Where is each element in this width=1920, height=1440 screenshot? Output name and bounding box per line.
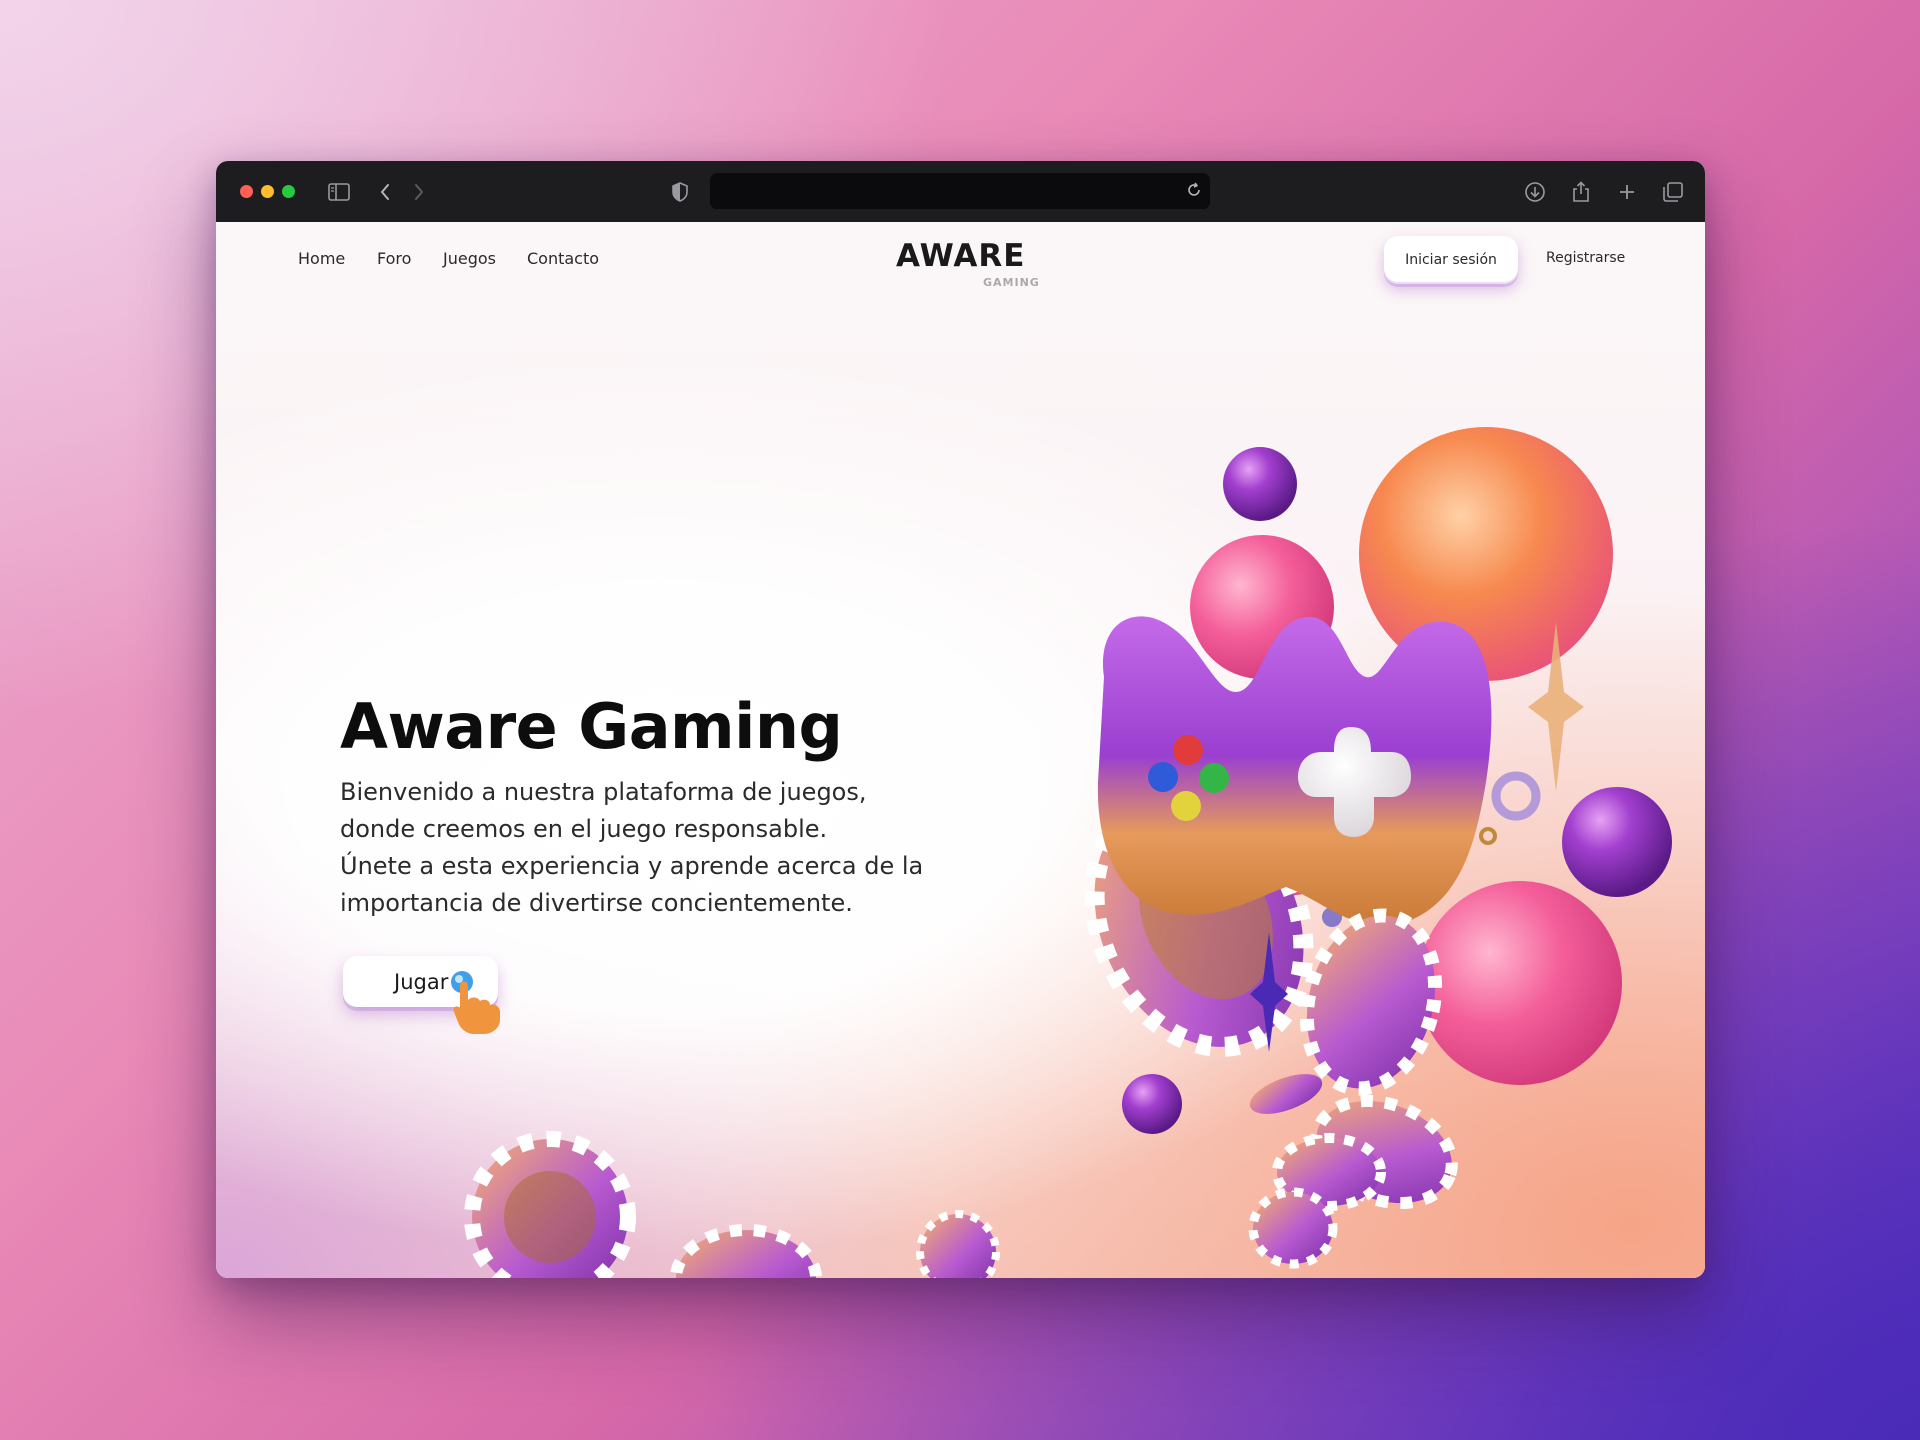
login-button[interactable]: Iniciar sesión bbox=[1384, 236, 1518, 284]
back-icon[interactable] bbox=[372, 179, 398, 205]
purple-orb-right bbox=[1562, 787, 1672, 897]
shield-icon[interactable] bbox=[667, 179, 693, 205]
hero-line-3: Únete a esta experiencia y aprende acerc… bbox=[340, 852, 924, 880]
address-bar[interactable] bbox=[710, 173, 1210, 209]
aware-gaming-logo[interactable]: AWARE GAMING bbox=[896, 238, 1046, 289]
pointing-hand-icon bbox=[451, 971, 500, 1034]
purple-orb bbox=[1223, 447, 1297, 521]
nav-link-foro[interactable]: Foro bbox=[377, 249, 411, 268]
orange-sphere bbox=[1359, 427, 1613, 681]
close-window-button[interactable] bbox=[240, 185, 253, 198]
download-icon[interactable] bbox=[1522, 179, 1548, 205]
maximize-window-button[interactable] bbox=[282, 185, 295, 198]
reload-icon[interactable] bbox=[1186, 182, 1202, 203]
pink-sphere-lower bbox=[1418, 881, 1622, 1085]
hero-line-2: donde creemos en el juego responsable. bbox=[340, 815, 828, 843]
nav-link-home[interactable]: Home bbox=[298, 249, 345, 268]
controller-w-logo bbox=[1097, 616, 1492, 926]
large-coin bbox=[1084, 787, 1314, 1057]
minimize-window-button[interactable] bbox=[261, 185, 274, 198]
hero-description: Bienvenido a nuestra plataforma de juego… bbox=[340, 774, 924, 922]
window-controls bbox=[240, 185, 295, 198]
logo-wordmark: AWARE bbox=[896, 238, 1026, 274]
tabs-overview-icon[interactable] bbox=[1660, 179, 1686, 205]
purple-orb-small bbox=[1122, 1074, 1182, 1134]
sidebar-icon[interactable] bbox=[326, 179, 352, 205]
stacked-coins bbox=[1248, 908, 1458, 1269]
hero-title: Aware Gaming bbox=[340, 690, 843, 763]
nav-link-contacto[interactable]: Contacto bbox=[527, 249, 599, 268]
hero-line-1: Bienvenido a nuestra plataforma de juego… bbox=[340, 778, 867, 806]
browser-toolbar bbox=[216, 161, 1705, 222]
landing-page: Home Foro Juegos Contacto AWARE GAMING I… bbox=[216, 222, 1705, 1278]
pink-sphere-left bbox=[1203, 732, 1367, 896]
share-icon[interactable] bbox=[1568, 179, 1594, 205]
register-link[interactable]: Registrarse bbox=[1546, 250, 1625, 266]
nav-link-juegos[interactable]: Juegos bbox=[443, 249, 496, 268]
forward-icon[interactable] bbox=[406, 179, 432, 205]
hero-line-4: importancia de divertirse concientemente… bbox=[340, 889, 853, 917]
pink-sphere bbox=[1190, 535, 1334, 679]
logo-subtitle: GAMING bbox=[983, 276, 1040, 289]
browser-window: Home Foro Juegos Contacto AWARE GAMING I… bbox=[216, 161, 1705, 1278]
sparkles bbox=[1250, 622, 1584, 1052]
bottom-coins bbox=[464, 1131, 1000, 1278]
new-tab-icon[interactable] bbox=[1614, 179, 1640, 205]
